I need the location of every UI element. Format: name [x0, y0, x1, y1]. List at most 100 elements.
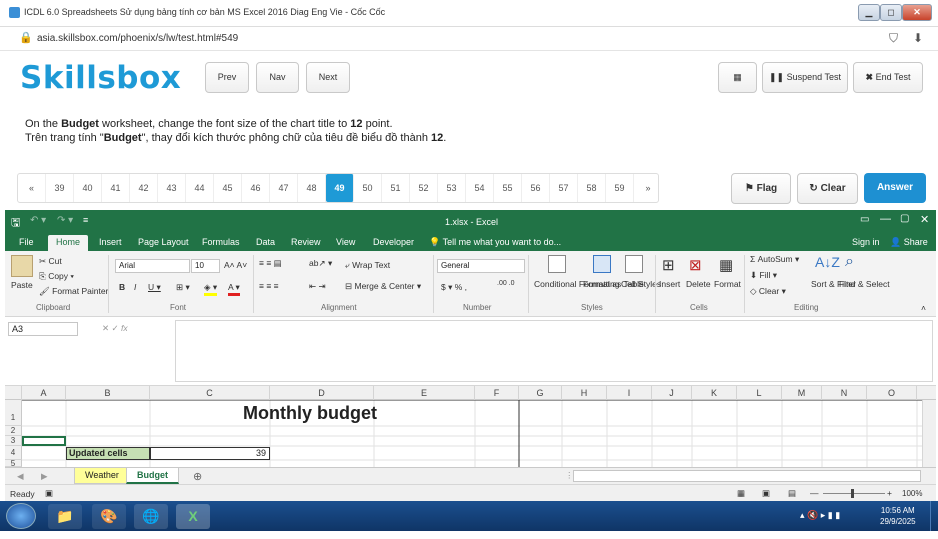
question-number-button[interactable]: 49: [326, 174, 354, 202]
question-number-button[interactable]: 57: [550, 174, 578, 202]
fill-button[interactable]: ⬇ Fill ▾: [750, 270, 777, 281]
question-number-button[interactable]: 39: [46, 174, 74, 202]
add-sheet-icon[interactable]: ⊕: [193, 470, 202, 483]
vertical-scrollbar[interactable]: [922, 400, 936, 467]
column-header[interactable]: E: [374, 386, 475, 400]
column-header[interactable]: G: [519, 386, 562, 400]
zoom-out-icon[interactable]: —: [810, 488, 819, 498]
merge-center-button[interactable]: ⊟ Merge & Center ▾: [345, 281, 421, 292]
cell-styles-icon[interactable]: [625, 255, 643, 273]
wrap-text-button[interactable]: ⤶ Wrap Text: [345, 260, 390, 271]
zoom-slider-thumb[interactable]: [851, 489, 854, 498]
undo-icon[interactable]: ↶ ▾: [30, 215, 46, 226]
column-header[interactable]: A: [22, 386, 66, 400]
excel-close-icon[interactable]: ✕: [920, 213, 929, 226]
file-explorer-icon[interactable]: 📁: [48, 504, 82, 529]
shield-icon[interactable]: ⛉: [889, 31, 898, 46]
save-icon[interactable]: 🖫: [11, 214, 20, 233]
currency-icon[interactable]: $ ▾ % ,: [441, 282, 467, 293]
number-format-box[interactable]: General: [437, 259, 525, 273]
font-size-box[interactable]: 10: [191, 259, 220, 273]
column-header[interactable]: O: [867, 386, 917, 400]
share-button[interactable]: 👤 Share: [890, 237, 928, 248]
normal-view-icon[interactable]: ▦: [737, 488, 745, 499]
question-number-button[interactable]: 58: [578, 174, 606, 202]
row-header[interactable]: 3: [5, 436, 22, 446]
question-number-button[interactable]: 52: [410, 174, 438, 202]
tab-home[interactable]: Home: [48, 235, 89, 251]
question-number-button[interactable]: 40: [74, 174, 102, 202]
orientation-icon[interactable]: ab↗ ▾: [309, 258, 332, 269]
customize-qat-icon[interactable]: ≡: [83, 215, 88, 225]
answer-button[interactable]: Answer: [864, 173, 926, 203]
borders-icon[interactable]: ⊞ ▾: [176, 282, 190, 293]
question-number-button[interactable]: 46: [242, 174, 270, 202]
question-number-button[interactable]: 53: [438, 174, 466, 202]
tell-me-box[interactable]: 💡 Tell me what you want to do...: [429, 237, 561, 248]
paint-icon[interactable]: 🎨: [92, 504, 126, 529]
excel-minimize-icon[interactable]: —: [880, 213, 891, 225]
align-left-icon[interactable]: ≡ ≡ ≡: [259, 281, 279, 291]
updated-cells-label[interactable]: Updated cells: [66, 447, 150, 460]
prev-button[interactable]: Prev: [205, 62, 249, 93]
excel-restore-icon[interactable]: ▢: [900, 213, 909, 224]
tab-view[interactable]: View: [336, 237, 355, 247]
last-page-button[interactable]: »: [634, 174, 662, 202]
tab-review[interactable]: Review: [291, 237, 321, 247]
download-icon[interactable]: ⬇: [913, 31, 923, 45]
paste-icon[interactable]: [11, 255, 33, 277]
question-number-button[interactable]: 47: [270, 174, 298, 202]
column-header[interactable]: L: [737, 386, 782, 400]
tab-insert[interactable]: Insert: [99, 237, 122, 247]
decimal-icon[interactable]: .00 .0: [497, 280, 515, 287]
italic-icon[interactable]: I: [134, 282, 136, 292]
page-layout-view-icon[interactable]: ▣: [762, 488, 770, 499]
tab-data[interactable]: Data: [256, 237, 275, 247]
question-number-button[interactable]: 48: [298, 174, 326, 202]
select-all-corner[interactable]: [5, 386, 22, 400]
find-icon[interactable]: ⌕: [845, 253, 854, 271]
fill-color-icon[interactable]: ◈ ▾: [204, 282, 218, 296]
excel-taskbar-icon[interactable]: X: [176, 504, 210, 529]
column-header[interactable]: M: [782, 386, 822, 400]
row-header[interactable]: 5: [5, 460, 22, 468]
minimize-icon[interactable]: ▁: [858, 4, 880, 21]
redo-icon[interactable]: ↷ ▾: [57, 215, 73, 226]
worksheet-grid[interactable]: Monthly budget Updated cells 39: [22, 400, 936, 467]
horizontal-scrollbar[interactable]: [573, 470, 921, 482]
question-number-button[interactable]: 55: [494, 174, 522, 202]
tab-formulas[interactable]: Formulas: [202, 237, 240, 247]
column-header[interactable]: I: [607, 386, 652, 400]
question-number-button[interactable]: 59: [606, 174, 634, 202]
delete-button[interactable]: Delete: [686, 279, 711, 289]
sheet-title-cell[interactable]: Monthly budget: [150, 401, 470, 425]
question-number-button[interactable]: 45: [214, 174, 242, 202]
maximize-icon[interactable]: ◻: [880, 4, 902, 21]
suspend-test-button[interactable]: ❚❚ Suspend Test: [762, 62, 848, 93]
column-header[interactable]: C: [150, 386, 270, 400]
address-bar[interactable]: 🔒 asia.skillsbox.com/phoenix/s/lw/test.h…: [0, 27, 938, 51]
insert-button[interactable]: Insert: [659, 279, 680, 289]
updated-cells-value[interactable]: 39: [150, 447, 270, 460]
collapse-ribbon-icon[interactable]: ˄: [921, 303, 926, 313]
name-box[interactable]: A3: [8, 322, 78, 336]
column-header[interactable]: J: [652, 386, 692, 400]
format-as-table-icon[interactable]: [593, 255, 611, 273]
column-header[interactable]: F: [475, 386, 519, 400]
font-size-grow-icon[interactable]: A˄ A˅: [224, 260, 247, 270]
font-color-icon[interactable]: A ▾: [228, 282, 240, 296]
copy-button[interactable]: ⎘ Copy ▾: [39, 271, 74, 282]
next-button[interactable]: Next: [306, 62, 350, 93]
start-button[interactable]: [6, 503, 36, 529]
end-test-button[interactable]: ✖ End Test: [853, 62, 923, 93]
sheet-tab-budget[interactable]: Budget: [126, 468, 179, 484]
row-header[interactable]: 2: [5, 426, 22, 436]
active-cell-a3[interactable]: [22, 436, 66, 446]
column-header[interactable]: D: [270, 386, 374, 400]
formula-input[interactable]: [175, 320, 933, 382]
zoom-in-icon[interactable]: +: [887, 488, 892, 498]
sheet-nav-right-icon[interactable]: ▶: [41, 471, 48, 482]
formula-cancel-icon[interactable]: ✕ ✓ fx: [102, 323, 128, 334]
tray-icons[interactable]: ▴ 🔇 ▸ ▮ ▮: [800, 510, 840, 521]
format-button[interactable]: Format: [714, 279, 741, 289]
